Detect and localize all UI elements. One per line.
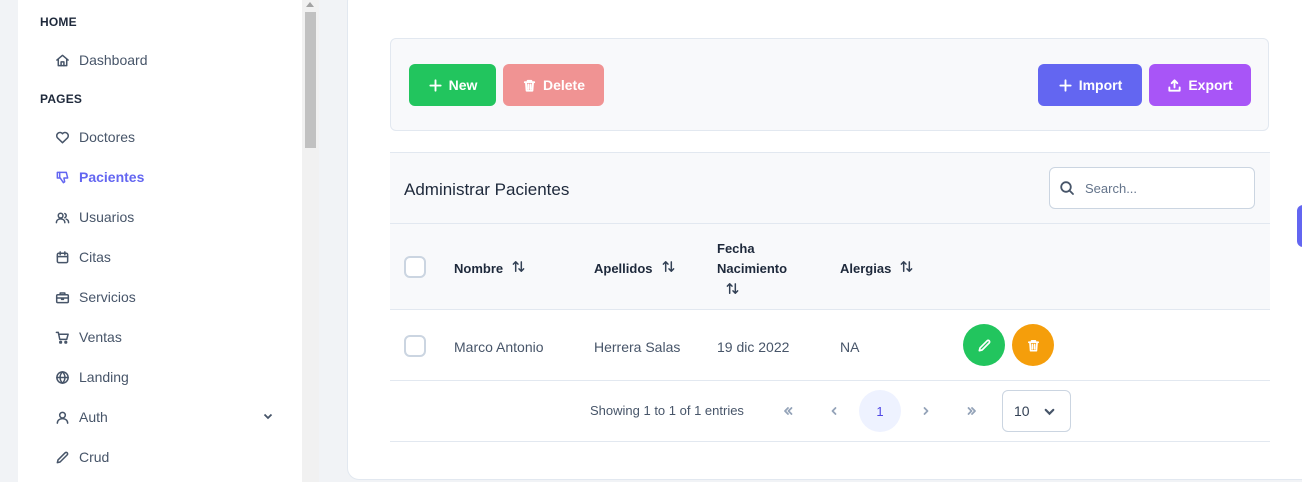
chevron-right-icon xyxy=(923,407,929,415)
sidebar-item-doctores[interactable]: Doctores xyxy=(54,125,274,149)
table-title: Administrar Pacientes xyxy=(404,180,570,199)
next-page-button[interactable] xyxy=(905,390,947,432)
briefcase-icon xyxy=(54,289,70,305)
sidebar-item-crud[interactable]: Crud xyxy=(54,445,274,469)
sidebar-item-pacientes[interactable]: Pacientes xyxy=(54,165,274,189)
delete-button-label: Delete xyxy=(542,77,586,93)
cart-icon xyxy=(54,329,70,345)
search-input[interactable] xyxy=(1085,180,1245,196)
page-button-current[interactable]: 1 xyxy=(859,390,901,432)
plus-icon xyxy=(429,78,442,92)
sidebar-item-label: Pacientes xyxy=(79,169,145,185)
edit-row-button[interactable] xyxy=(963,324,1005,366)
pagination-summary: Showing 1 to 1 of 1 entries xyxy=(590,403,744,418)
chevron-down-icon xyxy=(1044,408,1055,415)
pencil-icon xyxy=(978,339,990,351)
trash-icon xyxy=(523,79,536,92)
import-button[interactable]: Import xyxy=(1038,64,1142,106)
sidebar-item-dashboard[interactable]: Dashboard xyxy=(54,48,274,72)
previous-page-button[interactable] xyxy=(813,390,855,432)
search-icon xyxy=(1060,181,1074,195)
sidebar-item-label: Ventas xyxy=(79,329,122,345)
double-chevron-left-icon xyxy=(784,407,793,415)
section-title-pages: PAGES xyxy=(40,92,83,106)
sidebar-item-label: Doctores xyxy=(79,129,136,145)
plus-icon xyxy=(1059,78,1072,92)
sidebar-item-auth[interactable]: Auth xyxy=(54,405,274,429)
sidebar-item-label: Crud xyxy=(79,449,110,465)
sidebar-item-ventas[interactable]: Ventas xyxy=(54,325,274,349)
column-header-label: Nombre xyxy=(454,260,504,276)
rows-per-page-dropdown[interactable]: 10 xyxy=(1002,390,1071,432)
double-chevron-right-icon xyxy=(967,407,976,415)
scroll-up-arrow-icon[interactable] xyxy=(306,2,314,7)
home-icon xyxy=(54,52,70,68)
pencil-icon xyxy=(54,449,70,465)
import-button-label: Import xyxy=(1078,77,1123,93)
sidebar-item-label: Landing xyxy=(79,369,129,385)
column-header-apellidos[interactable]: Apellidos xyxy=(594,259,676,277)
cell-apellidos: Herrera Salas xyxy=(594,339,681,355)
trash-icon xyxy=(1027,339,1039,351)
chevron-down-icon[interactable] xyxy=(262,409,274,425)
export-button-label: Export xyxy=(1188,77,1233,93)
cell-fecha-nacimiento: 19 dic 2022 xyxy=(717,339,790,355)
sidebar-item-landing[interactable]: Landing xyxy=(54,365,274,389)
export-button[interactable]: Export xyxy=(1149,64,1251,106)
select-all-checkbox[interactable] xyxy=(404,256,426,278)
sidebar-item-label: Auth xyxy=(79,409,108,425)
sort-icon[interactable] xyxy=(511,259,526,277)
search-box[interactable] xyxy=(1049,167,1255,209)
sidebar: HOME Dashboard PAGES Doctores Pacientes … xyxy=(18,0,302,482)
first-page-button[interactable] xyxy=(767,390,809,432)
cell-nombre: Marco Antonio xyxy=(454,339,544,355)
last-page-button[interactable] xyxy=(951,390,993,432)
column-header-fecha-nacimiento[interactable]: Fecha Nacimiento xyxy=(717,239,787,302)
heart-icon xyxy=(54,129,70,145)
user-icon xyxy=(54,409,70,425)
section-title-home: HOME xyxy=(40,15,77,29)
config-tab[interactable] xyxy=(1297,205,1302,247)
delete-row-button[interactable] xyxy=(1012,324,1054,366)
delete-button[interactable]: Delete xyxy=(503,64,604,106)
column-header-label-line2: Nacimiento xyxy=(717,261,788,276)
chevron-left-icon xyxy=(831,407,837,415)
globe-icon xyxy=(54,369,70,385)
new-button-label: New xyxy=(448,77,478,93)
sidebar-item-label: Servicios xyxy=(79,289,136,305)
column-header-label: Alergias xyxy=(840,260,892,276)
scrollbar-thumb[interactable] xyxy=(305,12,316,148)
sort-icon[interactable] xyxy=(661,259,676,277)
sidebar-item-citas[interactable]: Citas xyxy=(54,245,274,269)
cell-alergias: NA xyxy=(840,339,860,355)
column-header-nombre[interactable]: Nombre xyxy=(454,259,526,277)
column-header-alergias[interactable]: Alergias xyxy=(840,259,914,277)
sidebar-item-label: Citas xyxy=(79,249,111,265)
users-icon xyxy=(54,209,70,225)
sidebar-scrollbar[interactable] xyxy=(302,0,319,482)
thumbs-down-icon xyxy=(54,169,70,185)
sort-icon[interactable] xyxy=(725,281,740,302)
rows-per-page-value: 10 xyxy=(1014,403,1030,419)
row-checkbox[interactable] xyxy=(404,335,426,357)
calendar-icon xyxy=(54,249,70,265)
column-header-label: Apellidos xyxy=(594,260,653,276)
sidebar-item-usuarios[interactable]: Usuarios xyxy=(54,205,274,229)
sidebar-item-label: Usuarios xyxy=(79,209,135,225)
upload-icon xyxy=(1168,78,1181,92)
column-header-label-line1: Fecha xyxy=(717,241,755,256)
new-button[interactable]: New xyxy=(409,64,496,106)
sidebar-item-label: Dashboard xyxy=(79,52,148,68)
sidebar-item-servicios[interactable]: Servicios xyxy=(54,285,274,309)
sort-icon[interactable] xyxy=(899,259,914,277)
